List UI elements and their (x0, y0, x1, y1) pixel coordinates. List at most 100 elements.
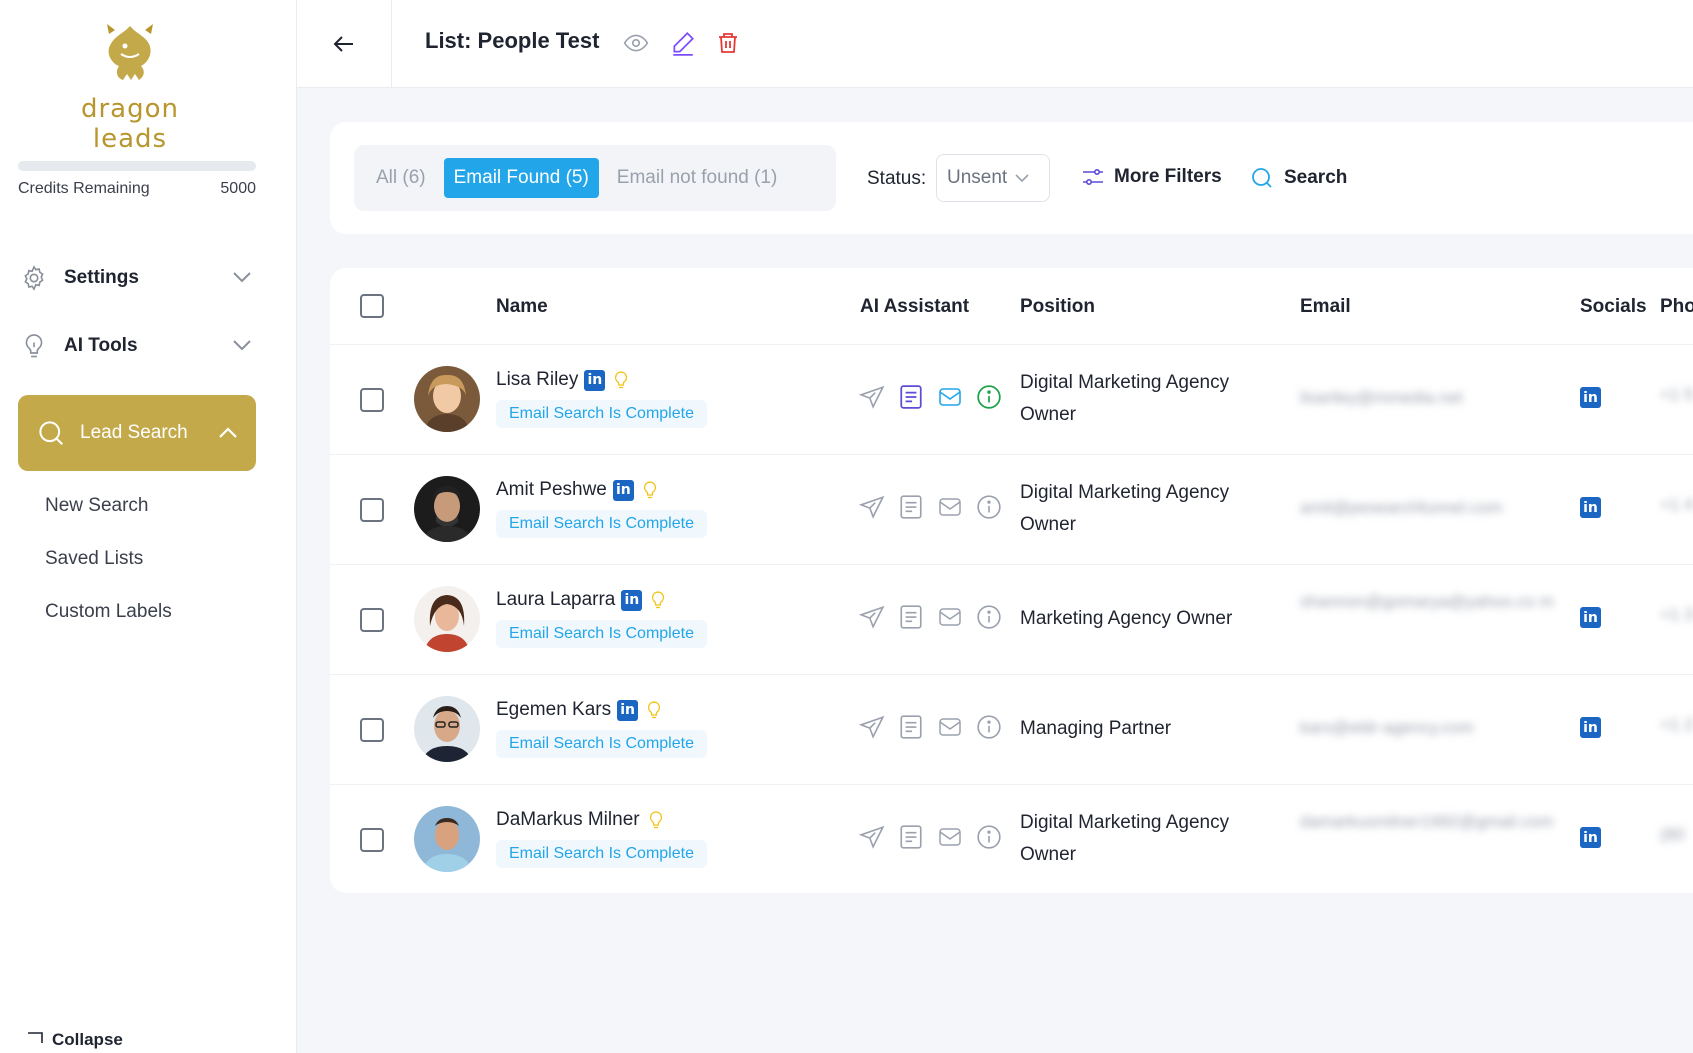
brand-name: dragon leads (80, 94, 179, 154)
phone-cell: +1 2 (1660, 715, 1693, 734)
document-icon[interactable] (898, 824, 924, 850)
mail-icon[interactable] (936, 495, 964, 519)
lightbulb-icon[interactable] (644, 699, 664, 721)
document-icon[interactable] (898, 494, 924, 520)
table-row[interactable]: Lisa Riley in Email Search Is Complete D… (330, 344, 1693, 454)
lightbulb-icon[interactable] (648, 589, 668, 611)
credits-row: Credits Remaining 5000 (18, 180, 256, 198)
linkedin-icon[interactable]: in (1580, 717, 1601, 738)
linkedin-icon[interactable]: in (584, 369, 606, 391)
info-icon[interactable] (976, 604, 1002, 630)
person-name-cell: Amit Peshwe in (496, 479, 660, 501)
arrow-left-icon (333, 36, 353, 52)
row-checkbox[interactable] (360, 388, 384, 412)
mail-icon[interactable] (936, 825, 964, 849)
trash-icon[interactable] (716, 30, 740, 61)
linkedin-icon[interactable]: in (1580, 827, 1601, 848)
send-icon[interactable] (858, 714, 886, 740)
email-cell: shannon@gomarya@yahoo.co m (1300, 592, 1554, 611)
phone-cell: +1 3 (1660, 605, 1693, 624)
info-icon[interactable] (976, 494, 1002, 520)
nav-item-settings[interactable]: Settings (20, 258, 258, 298)
mail-icon[interactable] (936, 715, 964, 739)
search-button[interactable]: Search (1250, 166, 1347, 190)
column-header-email: Email (1300, 296, 1351, 317)
row-checkbox[interactable] (360, 608, 384, 632)
table-row[interactable]: DaMarkus Milner Email Search Is Complete… (330, 784, 1693, 894)
back-button[interactable] (297, 0, 392, 88)
ai-assistant-actions (858, 384, 1002, 410)
linkedin-icon[interactable]: in (612, 479, 634, 501)
column-header-ai-assistant: AI Assistant (860, 296, 970, 317)
mail-icon[interactable] (936, 385, 964, 409)
email-cell: lisariley@mmedia.net (1300, 388, 1463, 407)
ai-assistant-actions (858, 494, 1002, 520)
row-checkbox[interactable] (360, 718, 384, 742)
status-badge: Email Search Is Complete (496, 400, 707, 428)
send-icon[interactable] (858, 604, 886, 630)
info-icon[interactable] (976, 714, 1002, 740)
sub-item-custom-labels[interactable]: Custom Labels (45, 601, 172, 623)
tab-email-not-found[interactable]: Email not found (1) (607, 158, 788, 198)
info-icon[interactable] (976, 824, 1002, 850)
person-name: Amit Peshwe (496, 479, 607, 500)
nav-item-ai-tools[interactable]: AI Tools (20, 326, 258, 366)
lightbulb-icon (20, 332, 48, 360)
table-row[interactable]: Amit Peshwe in Email Search Is Complete … (330, 454, 1693, 564)
row-checkbox[interactable] (360, 828, 384, 852)
lightbulb-icon[interactable] (646, 809, 666, 831)
credits-label: Credits Remaining (18, 180, 150, 197)
brand-logo[interactable]: dragon leads (40, 20, 220, 154)
column-header-name: Name (496, 296, 548, 317)
ai-assistant-actions (858, 604, 1002, 630)
page-header: List: People Test (297, 0, 1693, 88)
person-name: DaMarkus Milner (496, 809, 640, 830)
person-name-cell: Lisa Riley in (496, 369, 631, 391)
info-icon[interactable] (976, 384, 1002, 410)
document-icon[interactable] (898, 604, 924, 630)
nav-item-lead-search[interactable]: Lead Search (18, 395, 256, 471)
more-filters-label: More Filters (1114, 166, 1222, 187)
table-row[interactable]: Egemen Kars in Email Search Is Complete … (330, 674, 1693, 784)
phone-cell: +1 4 (1660, 495, 1693, 514)
more-filters-button[interactable]: More Filters (1082, 166, 1222, 188)
status-label: Status: (867, 168, 927, 189)
edit-pencil-icon[interactable] (670, 30, 696, 61)
sub-item-saved-lists[interactable]: Saved Lists (45, 548, 143, 570)
linkedin-icon[interactable]: in (617, 699, 639, 721)
row-checkbox[interactable] (360, 498, 384, 522)
column-header-position: Position (1020, 296, 1095, 317)
send-icon[interactable] (858, 494, 886, 520)
send-icon[interactable] (858, 824, 886, 850)
linkedin-icon[interactable]: in (621, 589, 643, 611)
nav-item-label: Settings (64, 267, 139, 288)
linkedin-icon[interactable]: in (1580, 497, 1601, 518)
eye-icon[interactable] (622, 30, 650, 61)
chevron-down-icon (232, 267, 252, 289)
lightbulb-icon[interactable] (611, 369, 631, 391)
tab-email-found[interactable]: Email Found (5) (443, 158, 599, 198)
linkedin-icon[interactable]: in (1580, 387, 1601, 408)
status-badge: Email Search Is Complete (496, 510, 707, 538)
sub-item-new-search[interactable]: New Search (45, 495, 149, 517)
linkedin-icon[interactable]: in (1580, 607, 1601, 628)
status-badge: Email Search Is Complete (496, 620, 707, 648)
send-icon[interactable] (858, 384, 886, 410)
people-table: Name AI Assistant Position Email Socials… (330, 268, 1693, 893)
tab-all[interactable]: All (6) (366, 158, 436, 198)
chevron-up-icon (218, 427, 238, 439)
select-all-checkbox[interactable] (360, 294, 384, 318)
document-icon[interactable] (898, 384, 924, 410)
status-select[interactable]: Unsent (936, 154, 1050, 202)
email-cell: kars@eldr-agency.com (1300, 718, 1474, 737)
table-row[interactable]: Laura Laparra in Email Search Is Complet… (330, 564, 1693, 674)
mail-icon[interactable] (936, 605, 964, 629)
ai-assistant-actions (858, 714, 1002, 740)
search-label: Search (1284, 167, 1348, 188)
avatar (414, 366, 480, 432)
lightbulb-icon[interactable] (640, 479, 660, 501)
document-icon[interactable] (898, 714, 924, 740)
dragon-logo-icon (107, 24, 153, 80)
person-name: Lisa Riley (496, 369, 579, 390)
collapse-button[interactable]: Collapse (26, 1030, 123, 1050)
